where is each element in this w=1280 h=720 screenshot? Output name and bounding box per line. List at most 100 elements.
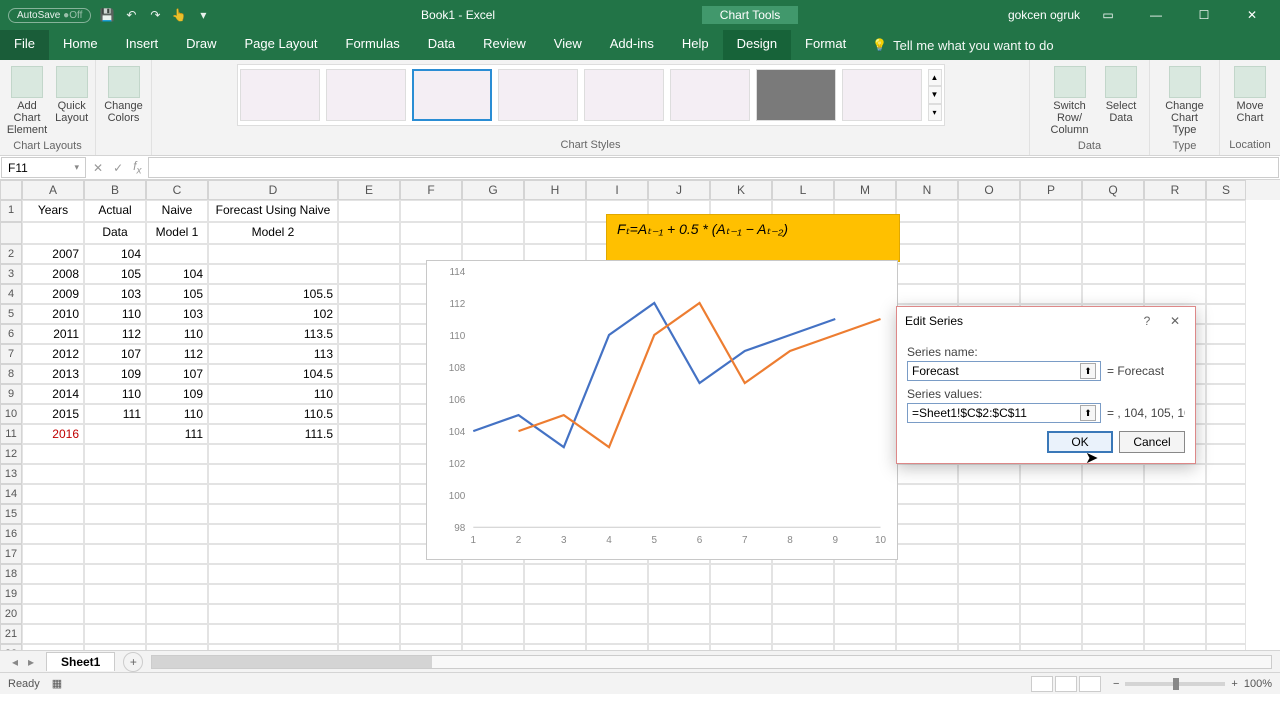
chart-style-4[interactable]: [498, 69, 578, 121]
cell[interactable]: [1144, 644, 1206, 650]
zoom-slider[interactable]: [1125, 682, 1225, 686]
cell[interactable]: [84, 584, 146, 604]
cell[interactable]: 113: [208, 344, 338, 364]
gallery-scroll[interactable]: ▲▼▾: [928, 69, 942, 121]
row-header[interactable]: 19: [0, 584, 22, 604]
row-header[interactable]: 22: [0, 644, 22, 650]
column-header-S[interactable]: S: [1206, 180, 1246, 200]
row-header[interactable]: 14: [0, 484, 22, 504]
tab-view[interactable]: View: [540, 30, 596, 60]
cell[interactable]: [896, 644, 958, 650]
cell[interactable]: 2013: [22, 364, 84, 384]
redo-icon[interactable]: ↷: [147, 7, 163, 23]
tab-formulas[interactable]: Formulas: [332, 30, 414, 60]
cell[interactable]: [1020, 484, 1082, 504]
collapse-dialog-icon[interactable]: ⬆: [1080, 363, 1096, 379]
cell[interactable]: [1144, 264, 1206, 284]
cell[interactable]: 110: [208, 384, 338, 404]
quick-layout-button[interactable]: Quick Layout: [51, 64, 92, 138]
cell[interactable]: [834, 644, 896, 650]
cell[interactable]: [1082, 504, 1144, 524]
cell[interactable]: [1206, 584, 1246, 604]
cell[interactable]: [84, 624, 146, 644]
cell[interactable]: [648, 564, 710, 584]
cell[interactable]: [1082, 484, 1144, 504]
cell[interactable]: [1144, 544, 1206, 564]
cell[interactable]: [524, 564, 586, 584]
cell[interactable]: [1144, 484, 1206, 504]
cell[interactable]: [1082, 244, 1144, 264]
cell[interactable]: [22, 564, 84, 584]
page-layout-view-icon[interactable]: [1055, 676, 1077, 692]
cell[interactable]: [338, 222, 400, 244]
cell[interactable]: 2010: [22, 304, 84, 324]
cell[interactable]: [462, 604, 524, 624]
cell[interactable]: [146, 464, 208, 484]
row-header[interactable]: 16: [0, 524, 22, 544]
cell[interactable]: [772, 624, 834, 644]
tab-help[interactable]: Help: [668, 30, 723, 60]
row-header[interactable]: 9: [0, 384, 22, 404]
cell[interactable]: [22, 644, 84, 650]
add-sheet-button[interactable]: +: [123, 652, 143, 672]
cell[interactable]: 112: [146, 344, 208, 364]
cell[interactable]: [84, 504, 146, 524]
cell[interactable]: [958, 464, 1020, 484]
cell[interactable]: [834, 604, 896, 624]
cell[interactable]: [208, 444, 338, 464]
cell[interactable]: [1144, 604, 1206, 624]
cell[interactable]: [958, 200, 1020, 222]
cell[interactable]: [1020, 644, 1082, 650]
tab-nav-prev-icon[interactable]: ◂: [8, 655, 22, 669]
chart-style-8[interactable]: [842, 69, 922, 121]
tab-design[interactable]: Design: [723, 30, 791, 60]
cell[interactable]: 109: [146, 384, 208, 404]
cell[interactable]: Years: [22, 200, 84, 222]
cell[interactable]: [208, 604, 338, 624]
cell[interactable]: 110: [146, 404, 208, 424]
cell[interactable]: [1144, 464, 1206, 484]
cell[interactable]: [208, 264, 338, 284]
cell[interactable]: [208, 644, 338, 650]
cell[interactable]: [896, 584, 958, 604]
cell[interactable]: [710, 604, 772, 624]
cell[interactable]: [834, 624, 896, 644]
cell[interactable]: [958, 644, 1020, 650]
cell[interactable]: [772, 584, 834, 604]
cell[interactable]: [710, 584, 772, 604]
cell[interactable]: [22, 222, 84, 244]
cell[interactable]: Forecast Using Naive: [208, 200, 338, 222]
cell[interactable]: [772, 644, 834, 650]
cell[interactable]: [896, 284, 958, 304]
ok-button[interactable]: OK: [1047, 431, 1113, 453]
column-header-J[interactable]: J: [648, 180, 710, 200]
cell[interactable]: [84, 524, 146, 544]
undo-icon[interactable]: ↶: [123, 7, 139, 23]
touch-mode-icon[interactable]: 👆: [171, 7, 187, 23]
cell[interactable]: [1206, 324, 1246, 344]
column-header-K[interactable]: K: [710, 180, 772, 200]
row-header[interactable]: 12: [0, 444, 22, 464]
cell[interactable]: [146, 564, 208, 584]
cell[interactable]: [896, 264, 958, 284]
cell[interactable]: 113.5: [208, 324, 338, 344]
cell[interactable]: [772, 604, 834, 624]
cell[interactable]: [1206, 644, 1246, 650]
tab-file[interactable]: File: [0, 30, 49, 60]
cell[interactable]: [22, 604, 84, 624]
cell[interactable]: [524, 222, 586, 244]
chart-style-6[interactable]: [670, 69, 750, 121]
column-header-C[interactable]: C: [146, 180, 208, 200]
cell[interactable]: [400, 604, 462, 624]
cell[interactable]: 111: [146, 424, 208, 444]
column-header-M[interactable]: M: [834, 180, 896, 200]
cell[interactable]: [1020, 584, 1082, 604]
cell[interactable]: [524, 644, 586, 650]
cell[interactable]: [462, 624, 524, 644]
cell[interactable]: [146, 244, 208, 264]
cell[interactable]: [958, 504, 1020, 524]
cell[interactable]: [338, 604, 400, 624]
cell[interactable]: [1020, 464, 1082, 484]
name-box[interactable]: F11▾: [1, 157, 86, 178]
save-icon[interactable]: 💾: [99, 7, 115, 23]
